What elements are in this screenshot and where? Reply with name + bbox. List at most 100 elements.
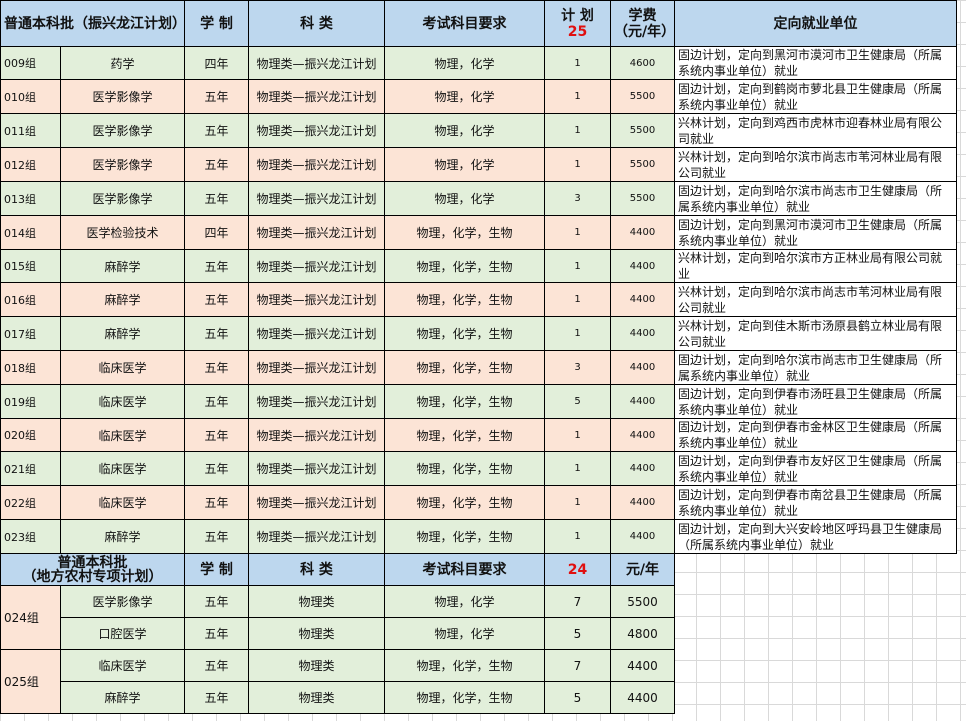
duration: 五年 (184, 79, 249, 114)
major-name: 医学影像学 (60, 585, 185, 618)
table-row: 017组 麻醉学 五年 物理类—振兴龙江计划 物理，化学，生物 1 4400 兴林计划，定向到… (0, 316, 957, 351)
employer-unit: 固边计划，定向到黑河市漠河市卫生健康局（所属系统内事业单位）就业 (674, 215, 957, 250)
tuition-fee: 5500 (610, 79, 675, 114)
plan-count: 7 (544, 585, 611, 618)
major-name: 麻醉学 (60, 681, 185, 714)
subject-requirement: 物理，化学，生物 (384, 350, 545, 385)
group-code: 023组 (0, 519, 61, 554)
plan-count: 5 (544, 384, 611, 419)
table-row: 014组 医学检验技术 四年 物理类—振兴龙江计划 物理，化学，生物 1 4400 固边计划，… (0, 215, 957, 250)
empty-cell (675, 618, 957, 650)
subject-requirement: 物理，化学，生物 (384, 418, 545, 452)
major-name: 临床医学 (60, 451, 185, 486)
plan-count: 1 (544, 519, 611, 554)
header2-batch-subtitle: （地方农村专项计划） (22, 568, 163, 585)
empty-cell (675, 650, 957, 682)
plan-count: 5 (544, 617, 611, 650)
table-row: 020组 临床医学 五年 物理类—振兴龙江计划 物理，化学，生物 1 4400 固边计划，定向… (0, 418, 957, 452)
category: 物理类—振兴龙江计划 (248, 519, 385, 554)
category: 物理类—振兴龙江计划 (248, 316, 385, 351)
header-duration: 学 制 (184, 0, 249, 47)
subject-requirement: 物理，化学 (384, 617, 545, 650)
tuition-fee: 5500 (610, 147, 675, 182)
plan-count: 1 (544, 147, 611, 182)
category: 物理类—振兴龙江计划 (248, 451, 385, 486)
employer-unit: 兴林计划，定向到佳木斯市汤原县鹤立林业局有限公司就业 (674, 316, 957, 351)
admission-plan-table: 普通本科批（振兴龙江计划） 学 制 科 类 考试科目要求 计 划 25 学费（元… (0, 0, 957, 714)
major-name: 医学影像学 (60, 113, 185, 148)
table-row: 012组 医学影像学 五年 物理类—振兴龙江计划 物理，化学 1 5500 兴林计划，定向到哈… (0, 147, 957, 182)
plan-count: 1 (544, 282, 611, 317)
tuition-fee: 4400 (610, 215, 675, 250)
duration: 五年 (184, 418, 249, 452)
group-code: 022组 (0, 485, 61, 520)
duration: 五年 (184, 485, 249, 520)
employer-unit: 兴林计划，定向到哈尔滨市方正林业局有限公司就业 (674, 249, 957, 283)
plan-count: 1 (544, 215, 611, 250)
major-name: 临床医学 (60, 649, 185, 682)
category: 物理类—振兴龙江计划 (248, 249, 385, 283)
header2-batch: 普通本科批 （地方农村专项计划） (0, 553, 185, 586)
table-row: 口腔医学 五年 物理类 物理，化学 5 4800 (1, 617, 957, 650)
subject-requirement: 物理，化学 (384, 113, 545, 148)
table-row: 010组 医学影像学 五年 物理类—振兴龙江计划 物理，化学 1 5500 固边计划，定向到鹤… (0, 79, 957, 114)
table-row: 021组 临床医学 五年 物理类—振兴龙江计划 物理，化学，生物 1 4400 固边计划，定向… (0, 451, 957, 486)
major-name: 麻醉学 (60, 282, 185, 317)
header-batch: 普通本科批（振兴龙江计划） (0, 0, 185, 47)
table-row: 019组 临床医学 五年 物理类—振兴龙江计划 物理，化学，生物 5 4400 固边计划，定向… (0, 384, 957, 419)
category: 物理类—振兴龙江计划 (248, 147, 385, 182)
tuition-fee: 4400 (610, 282, 675, 317)
table-row: 009组 药学 四年 物理类—振兴龙江计划 物理，化学 1 4600 固边计划，定向到黑河市漠… (0, 46, 957, 80)
major-name: 医学影像学 (60, 79, 185, 114)
header2-subjects: 考试科目要求 (384, 553, 545, 586)
major-name: 麻醉学 (60, 316, 185, 351)
subject-requirement: 物理，化学，生物 (384, 282, 545, 317)
employer-unit: 兴林计划，定向到哈尔滨市尚志市苇河林业局有限公司就业 (674, 282, 957, 317)
duration: 四年 (184, 46, 249, 80)
category: 物理类 (248, 585, 385, 618)
group-code: 021组 (0, 451, 61, 486)
plan-count: 7 (544, 649, 611, 682)
group-code: 011组 (0, 113, 61, 148)
tuition-fee: 5500 (610, 181, 675, 216)
header2-category: 科 类 (248, 553, 385, 586)
tuition-fee: 5500 (610, 113, 675, 148)
subject-requirement: 物理，化学，生物 (384, 681, 545, 714)
table-row: 011组 医学影像学 五年 物理类—振兴龙江计划 物理，化学 1 5500 兴林计划，定向到鸡… (0, 113, 957, 148)
employer-unit: 固边计划，定向到哈尔滨市尚志市卫生健康局（所属系统内事业单位）就业 (674, 350, 957, 385)
plan-count: 1 (544, 316, 611, 351)
duration: 五年 (184, 681, 249, 714)
duration: 五年 (184, 147, 249, 182)
group-code: 025组 (0, 649, 61, 714)
table-row: 023组 麻醉学 五年 物理类—振兴龙江计划 物理，化学，生物 1 4400 固边计划，定向到… (0, 519, 957, 554)
major-name: 麻醉学 (60, 249, 185, 283)
plan-count: 1 (544, 249, 611, 283)
duration: 五年 (184, 519, 249, 554)
category: 物理类—振兴龙江计划 (248, 181, 385, 216)
group-code: 016组 (0, 282, 61, 317)
table-row: 025组 临床医学 五年 物理类 物理，化学，生物 7 4400 (0, 649, 957, 714)
major-name: 医学影像学 (60, 181, 185, 216)
duration: 五年 (184, 249, 249, 283)
major-name: 临床医学 (60, 350, 185, 385)
major-name: 临床医学 (60, 418, 185, 452)
group-code: 019组 (0, 384, 61, 419)
employer-unit: 固边计划，定向到黑河市漠河市卫生健康局（所属系统内事业单位）就业 (674, 46, 957, 80)
category: 物理类 (248, 617, 385, 650)
subject-requirement: 物理，化学 (384, 79, 545, 114)
duration: 五年 (184, 617, 249, 650)
subject-requirement: 物理，化学，生物 (384, 384, 545, 419)
duration: 五年 (184, 282, 249, 317)
subject-requirement: 物理，化学 (384, 46, 545, 80)
group-code: 013组 (0, 181, 61, 216)
header2-batch-title: 普通本科批 (57, 554, 128, 571)
group-code: 014组 (0, 215, 61, 250)
plan-count: 1 (544, 79, 611, 114)
subject-requirement: 物理，化学，生物 (384, 249, 545, 283)
employer-unit: 固边计划，定向到鹤岗市萝北县卫生健康局（所属系统内事业单位）就业 (674, 79, 957, 114)
group-code: 010组 (0, 79, 61, 114)
employer-unit: 兴林计划，定向到哈尔滨市尚志市苇河林业局有限公司就业 (674, 147, 957, 182)
subject-requirement: 物理，化学，生物 (384, 316, 545, 351)
category: 物理类—振兴龙江计划 (248, 350, 385, 385)
header2-plan-total: 24 (544, 553, 611, 586)
